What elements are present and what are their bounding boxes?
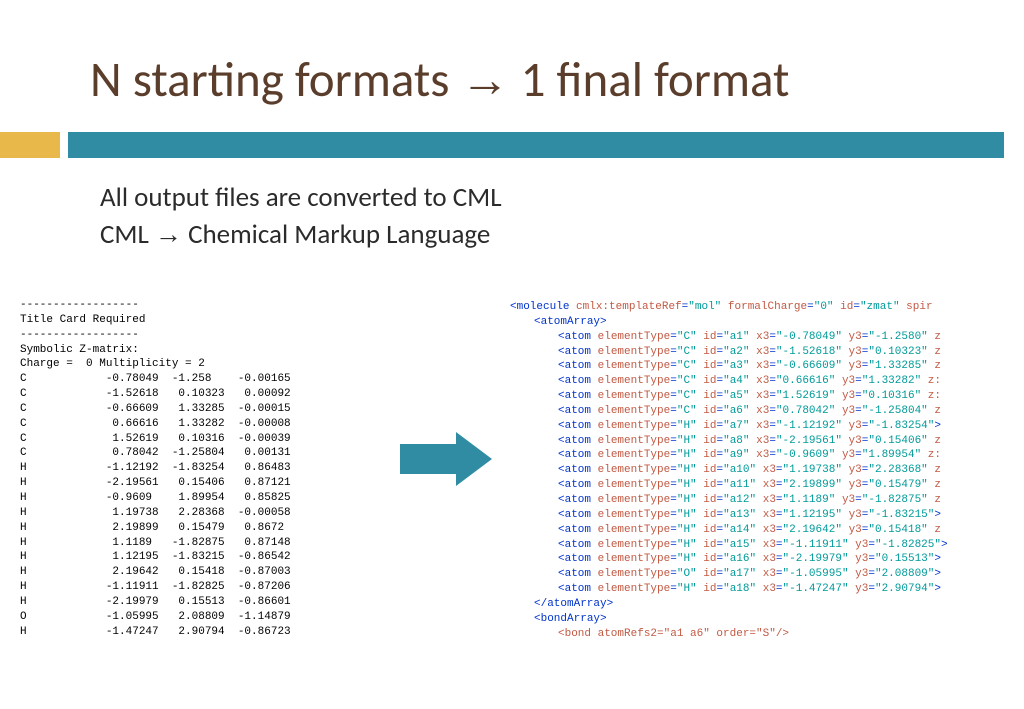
title-left: N starting formats <box>90 50 449 110</box>
bullet-arrow-icon: → <box>155 219 182 249</box>
accent-gold-block <box>0 132 60 158</box>
bullet-2-left: CML <box>100 218 149 251</box>
bullet-2-right: Chemical Markup Language <box>188 218 490 251</box>
zmatrix-text-block: ------------------ Title Card Required -… <box>20 298 380 639</box>
slide: N starting formats → 1 final format All … <box>0 0 1024 709</box>
accent-teal-bar <box>68 132 1004 158</box>
conversion-arrow-icon <box>400 432 492 486</box>
bullet-line-2: CML → Chemical Markup Language <box>100 216 502 253</box>
title-right: 1 final format <box>521 50 790 110</box>
slide-title: N starting formats → 1 final format <box>90 50 789 110</box>
bullet-block: All output files are converted to CML CM… <box>100 180 502 254</box>
bullet-line-1: All output files are converted to CML <box>100 180 502 216</box>
cml-xml-block: <molecule cmlx:templateRef="mol" formalC… <box>510 300 1024 641</box>
title-arrow-icon: → <box>461 53 510 107</box>
